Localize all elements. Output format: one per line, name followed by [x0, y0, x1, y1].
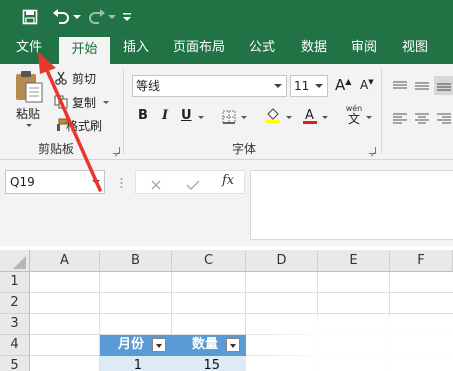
formula-input[interactable]	[250, 170, 453, 240]
tab-formulas[interactable]: 公式	[240, 34, 284, 64]
row-header[interactable]: 2	[0, 293, 30, 314]
phonetic-guide-icon[interactable]: wén 文	[342, 104, 366, 126]
row-header[interactable]: 5	[0, 356, 30, 371]
clipboard-group-label: 剪贴板	[38, 142, 75, 156]
tab-home[interactable]: 开始	[59, 37, 110, 64]
worksheet-grid[interactable]: A B C D E F 1 2 3 4 5 月份 数量 1 15	[0, 246, 453, 371]
font-color-icon[interactable]: A	[302, 107, 318, 125]
group-divider	[381, 68, 382, 154]
shrink-font-icon[interactable]: A▼	[360, 78, 374, 92]
column-header[interactable]: D	[246, 250, 318, 272]
fill-color-icon[interactable]	[265, 107, 281, 123]
row-header[interactable]: 4	[0, 335, 30, 356]
formula-buttons: fx	[135, 170, 245, 194]
tab-review[interactable]: 审阅	[342, 34, 386, 64]
borders-dropdown-icon[interactable]	[241, 116, 247, 119]
cancel-icon[interactable]	[150, 176, 162, 190]
ribbon: 粘贴 剪切 复制 格式刷 剪贴板 等线 11 A▲ A▼ B I U A wén	[0, 64, 453, 160]
align-center-icon[interactable]	[414, 110, 430, 124]
underline-button[interactable]: U	[181, 108, 192, 123]
faded-overlay	[246, 316, 453, 371]
undo-dropdown-icon[interactable]	[72, 0, 82, 34]
align-middle-icon[interactable]	[414, 78, 430, 92]
paste-label[interactable]: 粘贴	[16, 105, 40, 122]
clipboard-launcher-icon[interactable]	[113, 147, 120, 154]
tab-data[interactable]: 数据	[292, 34, 336, 64]
redo-dropdown-icon[interactable]	[108, 0, 116, 34]
grow-font-icon[interactable]: A▲	[335, 76, 351, 94]
font-launcher-icon[interactable]	[369, 147, 376, 154]
select-all-corner[interactable]	[0, 250, 30, 272]
copy-label[interactable]: 复制	[72, 94, 96, 111]
paste-dropdown-icon[interactable]	[26, 124, 32, 127]
paste-icon[interactable]	[12, 70, 46, 104]
chevron-down-icon	[274, 84, 282, 88]
underline-dropdown-icon[interactable]	[198, 116, 204, 119]
align-bottom-icon[interactable]	[434, 76, 453, 95]
name-box[interactable]: Q19	[5, 170, 105, 194]
table-header-quantity: 数量	[172, 335, 246, 356]
column-header[interactable]: E	[318, 250, 390, 272]
column-header[interactable]: B	[100, 250, 172, 272]
font-group-label: 字体	[232, 142, 257, 156]
confirm-icon[interactable]	[186, 176, 200, 190]
undo-icon[interactable]	[50, 0, 72, 34]
tab-insert[interactable]: 插入	[114, 34, 158, 64]
italic-button[interactable]: I	[162, 108, 168, 123]
align-top-icon[interactable]	[393, 78, 407, 90]
table-header-label: 数量	[191, 337, 218, 352]
save-icon[interactable]	[20, 0, 40, 34]
tab-file[interactable]: 文件	[6, 34, 52, 64]
font-color-dropdown-icon[interactable]	[322, 116, 328, 119]
tab-view[interactable]: 视图	[393, 34, 437, 64]
ribbon-tabs: 文件 开始 插入 页面布局 公式 数据 审阅 视图	[0, 34, 453, 64]
copy-dropdown-icon[interactable]	[103, 101, 109, 104]
align-right-icon[interactable]	[436, 110, 452, 124]
formula-bar-area: Q19 fx	[0, 160, 453, 246]
chevron-down-icon	[315, 84, 323, 88]
format-painter-label[interactable]: 格式刷	[66, 117, 102, 134]
align-left-icon[interactable]	[393, 110, 407, 124]
scissors-icon[interactable]	[54, 70, 68, 85]
resize-handle-icon[interactable]	[120, 175, 123, 189]
table-header-label: 月份	[117, 337, 144, 352]
column-header[interactable]: C	[172, 250, 246, 272]
svg-text:A: A	[305, 108, 314, 123]
copy-icon[interactable]	[54, 94, 68, 109]
quick-access-toolbar	[0, 0, 453, 34]
table-cell[interactable]: 15	[172, 356, 246, 371]
chevron-down-icon	[92, 180, 100, 184]
font-name-value: 等线	[136, 79, 161, 93]
redo-icon[interactable]	[86, 0, 108, 34]
column-header[interactable]: F	[390, 250, 453, 272]
name-box-value: Q19	[10, 175, 35, 189]
table-header-month: 月份	[100, 335, 172, 356]
table-cell[interactable]: 1	[100, 356, 172, 371]
filter-button[interactable]	[226, 338, 240, 352]
filter-button[interactable]	[152, 338, 166, 352]
borders-icon[interactable]	[222, 109, 236, 124]
phonetic-dropdown-icon[interactable]	[366, 116, 372, 119]
font-name-combo[interactable]: 等线	[132, 75, 287, 97]
cut-label[interactable]: 剪切	[72, 70, 96, 87]
tab-page-layout[interactable]: 页面布局	[166, 34, 232, 64]
font-size-value: 11	[294, 79, 310, 93]
insert-function-icon[interactable]: fx	[222, 173, 234, 188]
row-header[interactable]: 3	[0, 314, 30, 335]
bold-button[interactable]: B	[138, 108, 148, 123]
group-divider	[123, 68, 124, 154]
fill-color-dropdown-icon[interactable]	[286, 116, 292, 119]
row-header[interactable]: 1	[0, 272, 30, 293]
font-size-combo[interactable]: 11	[290, 75, 328, 97]
column-header[interactable]: A	[30, 250, 100, 272]
customize-toolbar-icon[interactable]	[120, 0, 134, 34]
